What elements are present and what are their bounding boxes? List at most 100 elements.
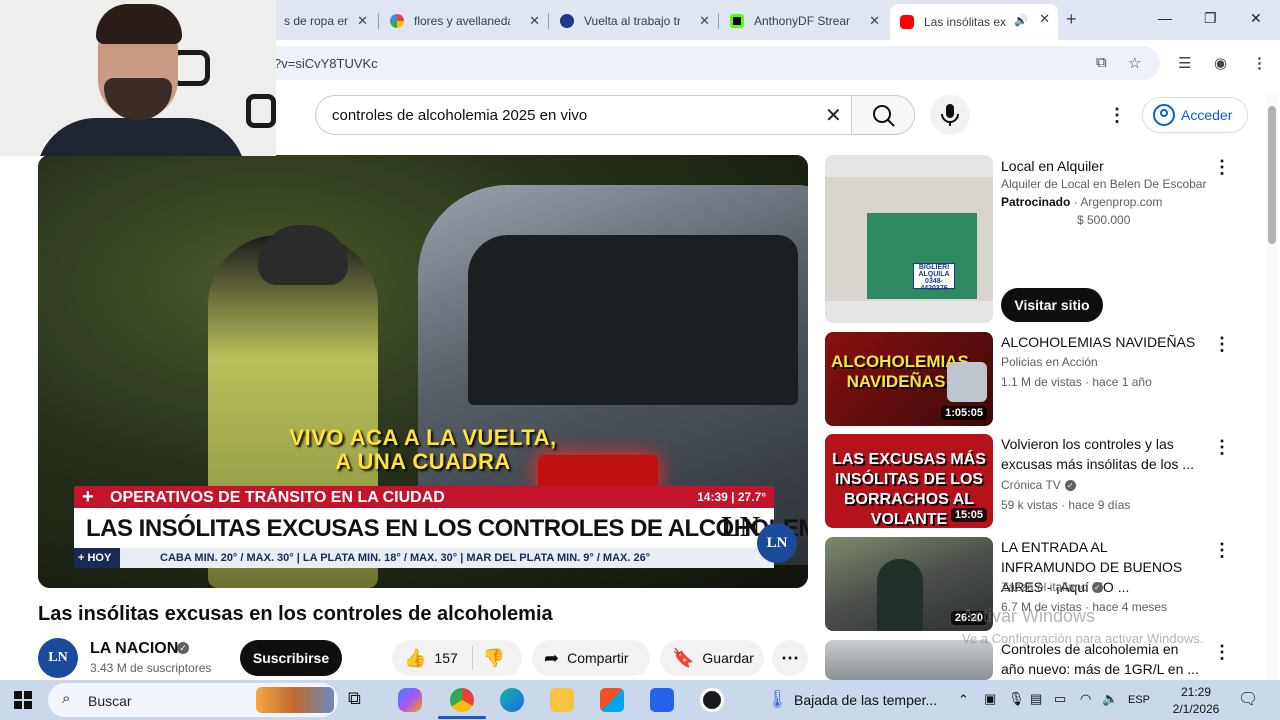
chrome-icon[interactable]	[450, 688, 474, 712]
tab-ropa[interactable]: s de ropa en ✕	[276, 6, 376, 36]
taskbar-search-box[interactable]: ⌕ Buscar	[48, 683, 338, 717]
ad-title[interactable]: Local en Alquiler	[1001, 156, 1201, 176]
close-tab-icon[interactable]: ✕	[1039, 11, 1050, 27]
media-control-icon[interactable]: ☰	[1178, 54, 1191, 72]
search-input[interactable]: controles de alcoholemia 2025 en vivo ✕	[315, 95, 851, 135]
weather-widget-text[interactable]: Bajada de las temper...	[794, 692, 937, 708]
scrollbar-thumb[interactable]	[1268, 106, 1276, 244]
voice-search-button[interactable]	[930, 95, 970, 135]
copilot-icon[interactable]	[398, 688, 422, 712]
related-thumbnail-2[interactable]: LAS EXCUSAS MÁS INSÓLITAS DE LOS BORRACH…	[825, 434, 993, 528]
thumbs-down-icon[interactable]: 👎	[483, 648, 505, 669]
video-player[interactable]: VIVO ACA A LA VUELTA, A UNA CUADRA + OPE…	[38, 155, 808, 588]
subtitle-line-2: A UNA CUADRA	[335, 449, 511, 474]
related-title-1[interactable]: ALCOHOLEMIAS NAVIDEÑAS	[1001, 332, 1201, 352]
close-tab-icon[interactable]: ✕	[699, 13, 710, 29]
sign-line-2: ALQUILA	[918, 271, 950, 278]
sign-in-button[interactable]: Acceder	[1142, 97, 1248, 133]
tab-title: Vuelta al trabajo tr	[584, 14, 680, 28]
video-menu-kebab-icon[interactable]: ⋮	[1213, 541, 1231, 559]
share-button[interactable]: ➦ Compartir	[532, 640, 650, 676]
close-tab-icon[interactable]: ✕	[357, 13, 368, 29]
view-count: 1.1 M de vistas	[1001, 375, 1082, 389]
search-highlight-image	[256, 687, 334, 713]
thermometer-icon[interactable]: 🌡	[766, 689, 789, 710]
more-actions-button[interactable]: ⋯	[772, 640, 808, 676]
wifi-icon[interactable]: ◠	[1080, 691, 1091, 707]
related-thumbnail-1[interactable]: ALCOHOLEMIAS NAVIDEÑAS 1:05:05	[825, 332, 993, 426]
taskbar: ⌕ Buscar ⧉ 🌡 Bajada de las temper... ⌃ ▣…	[0, 680, 1280, 720]
channel-name[interactable]: LA NACION	[90, 640, 178, 658]
tab-vuelta[interactable]: Vuelta al trabajo tr ✕	[550, 6, 718, 36]
ticker-text: CABA MIN. 20° / MAX. 30° | LA PLATA MIN.…	[160, 552, 651, 564]
close-tab-icon[interactable]: ✕	[869, 13, 880, 29]
profile-icon[interactable]: ◉	[1214, 54, 1227, 72]
clock-time[interactable]: 21:29	[1168, 685, 1224, 699]
sign-line-3: 0348-4420376	[920, 278, 948, 292]
omnibox[interactable]: ?v=siCvY8TUVKc	[240, 46, 1160, 80]
related-channel-3[interactable]: Zazza el italiano ✓	[1001, 580, 1103, 594]
search-button[interactable]	[851, 95, 915, 135]
tray-chevron-icon[interactable]: ⌃	[958, 692, 969, 708]
close-tab-icon[interactable]: ✕	[529, 13, 540, 29]
webcam-overlay	[0, 0, 276, 156]
browser-menu-icon[interactable]: ⋮	[1252, 54, 1267, 72]
install-app-icon[interactable]: ⧉	[1096, 54, 1107, 71]
ad-thumbnail[interactable]: BIGLIERI ALQUILA 0348-4420376	[825, 155, 993, 323]
obs-icon[interactable]	[700, 688, 724, 712]
edge-icon[interactable]	[500, 688, 524, 712]
lower-third-top: + OPERATIVOS DE TRÁNSITO EN LA CIUDAD 14…	[74, 486, 774, 508]
clear-search-icon[interactable]: ✕	[825, 103, 842, 128]
activation-watermark-text: Ve a Configuración para activar Windows.	[962, 631, 1204, 646]
thumbnail-caption: ALCOHOLEMIAS NAVIDEÑAS	[831, 352, 969, 391]
restore-icon[interactable]: ❐	[1204, 10, 1217, 27]
video-title: Las insólitas excusas en los controles d…	[38, 603, 553, 625]
store-icon[interactable]	[600, 688, 624, 712]
ad-menu-kebab-icon[interactable]: ⋮	[1213, 158, 1231, 176]
subscribe-button[interactable]: Suscribirse	[240, 640, 342, 676]
file-explorer-icon[interactable]	[550, 688, 574, 712]
volume-icon[interactable]: 🔈	[1102, 691, 1118, 707]
like-dislike-group: 👍 157 👎	[392, 640, 522, 676]
battery-icon[interactable]: ▭	[1054, 691, 1066, 707]
mic-tray-icon[interactable]: 🎙	[1008, 691, 1025, 707]
close-window-icon[interactable]: ✕	[1250, 10, 1262, 27]
visit-site-button[interactable]: Visitar sitio	[1001, 288, 1103, 322]
minimize-icon[interactable]: —	[1158, 10, 1172, 26]
language-indicator[interactable]: ESP	[1128, 694, 1150, 706]
tab-flores[interactable]: flores y avellaneda ✕	[380, 6, 548, 36]
like-button[interactable]: 👍 157	[392, 648, 458, 669]
related-channel-2[interactable]: Crónica TV ✓	[1001, 478, 1076, 492]
tab-youtube[interactable]: Las insólitas ex 🔊 ✕	[890, 4, 1058, 40]
video-menu-kebab-icon[interactable]: ⋮	[1213, 438, 1231, 456]
task-view-icon[interactable]: ⧉	[348, 688, 372, 712]
tray-app-icon[interactable]: ▣	[984, 691, 996, 707]
channel-avatar[interactable]: LN	[38, 638, 78, 678]
video-menu-kebab-icon[interactable]: ⋮	[1213, 335, 1231, 353]
new-tab-button[interactable]: +	[1066, 9, 1077, 30]
account-icon	[1153, 104, 1175, 126]
video-menu-kebab-icon[interactable]: ⋮	[1213, 643, 1231, 661]
bookmark-icon: 🔖	[672, 647, 695, 668]
subscriber-count: 3.43 M de suscriptores	[90, 661, 212, 675]
upload-age: hace 9 días	[1068, 498, 1131, 512]
sign-line-1: BIGLIERI	[918, 264, 950, 271]
plus-icon: +	[82, 486, 94, 508]
save-button[interactable]: 🔖 Guardar	[660, 640, 764, 676]
windows-start-icon[interactable]	[14, 691, 32, 709]
related-title-2[interactable]: Volvieron los controles y las excusas má…	[1001, 434, 1201, 474]
tab-kick[interactable]: AnthonyDF Stream ✕	[720, 6, 888, 36]
speaker-icon[interactable]: 🔊	[1014, 14, 1028, 27]
view-count: 59 k vistas	[1001, 498, 1058, 512]
camera-tray-icon[interactable]: ▤	[1030, 691, 1042, 707]
outlook-icon[interactable]	[650, 688, 674, 712]
upload-age: hace 1 año	[1092, 375, 1152, 389]
notifications-icon[interactable]: 🗨	[1238, 689, 1258, 709]
thumbs-up-icon: 👍	[404, 647, 427, 668]
related-thumbnail-4[interactable]	[825, 640, 993, 680]
clock-date[interactable]: 2/1/2026	[1168, 702, 1224, 716]
bookmark-star-icon[interactable]: ☆	[1128, 54, 1141, 72]
settings-kebab-icon[interactable]: ⋮	[1108, 106, 1126, 124]
save-label: Guardar	[702, 650, 754, 666]
related-channel-1[interactable]: Policias en Acción	[1001, 355, 1098, 369]
